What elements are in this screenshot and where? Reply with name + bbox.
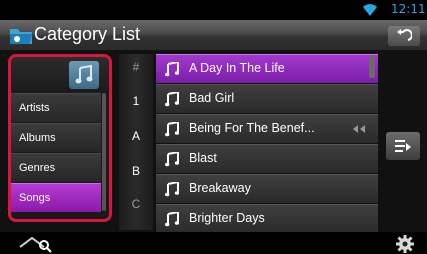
list-item[interactable]: Brighter Days	[156, 204, 378, 232]
music-note-icon	[165, 62, 179, 77]
music-note-icon	[165, 122, 179, 137]
song-title: Brighter Days	[189, 211, 265, 225]
category-item-albums[interactable]: Albums	[11, 123, 101, 152]
index-1[interactable]: 1	[119, 94, 153, 108]
list-item[interactable]: Bad Girl	[156, 84, 378, 113]
page-title: Category List	[34, 24, 141, 44]
list-item[interactable]: Blast	[156, 144, 378, 173]
index-hash[interactable]: #	[119, 60, 153, 74]
search-button[interactable]	[10, 233, 70, 253]
music-note-icon	[165, 182, 179, 197]
clock: 12:11	[391, 2, 426, 16]
settings-gear-icon[interactable]	[395, 234, 415, 254]
back-button[interactable]	[388, 26, 420, 46]
status-bar: 12:11	[0, 0, 427, 20]
queue-list-icon	[395, 140, 411, 152]
song-title: A Day In The Life	[189, 61, 285, 75]
playlist-queue-button[interactable]	[386, 132, 420, 160]
search-icon	[19, 236, 52, 253]
song-title: Being For The Benef...	[189, 121, 315, 135]
song-title: Blast	[189, 151, 217, 165]
category-scrollbar[interactable]	[102, 93, 106, 211]
alphabet-index[interactable]: # 1 A B C	[119, 54, 153, 230]
category-panel: Artists Albums Genres Songs	[8, 54, 112, 222]
category-item-songs[interactable]: Songs	[11, 183, 101, 212]
list-item[interactable]: Breakaway	[156, 174, 378, 203]
music-note-icon	[165, 152, 179, 167]
song-title: Bad Girl	[189, 91, 235, 105]
category-item-genres[interactable]: Genres	[11, 153, 101, 182]
list-item[interactable]: Being For The Benef...	[156, 114, 378, 143]
music-note-icon	[165, 212, 179, 227]
folder-music-icon	[10, 29, 32, 44]
back-arrow-icon	[397, 29, 412, 41]
scroll-text-icon[interactable]	[352, 124, 368, 134]
song-title: Breakaway	[189, 181, 251, 195]
category-item-artists[interactable]: Artists	[11, 93, 101, 122]
index-c[interactable]: C	[119, 197, 153, 211]
header-bar: Category List	[0, 20, 427, 50]
wifi-icon	[363, 4, 377, 16]
song-list: A Day In The Life Bad Girl Being For The…	[156, 54, 378, 232]
index-b[interactable]: B	[119, 164, 153, 178]
music-category-icon	[69, 61, 99, 89]
category-header	[11, 57, 109, 91]
music-note-icon	[165, 92, 179, 107]
category-list-screen: 12:11 Category List Artists Albums Genre…	[0, 0, 427, 254]
list-item[interactable]: A Day In The Life	[156, 54, 378, 83]
list-scrollbar[interactable]	[369, 56, 375, 78]
index-a[interactable]: A	[119, 129, 153, 143]
